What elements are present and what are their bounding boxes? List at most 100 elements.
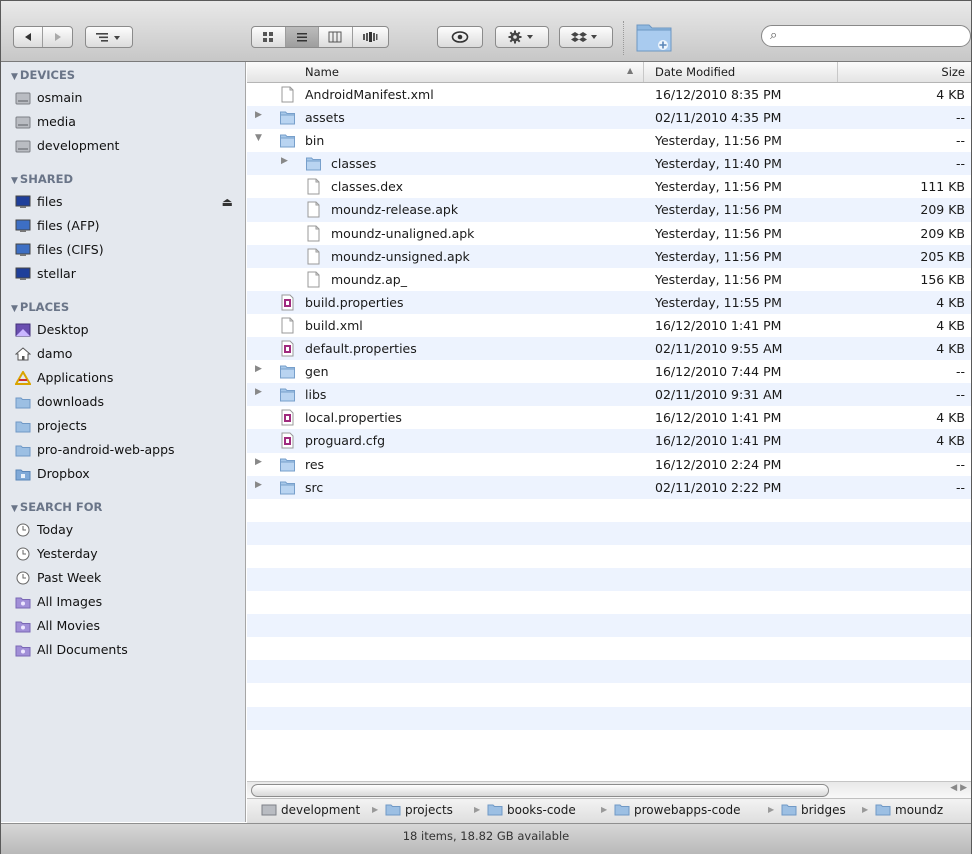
new-folder-button[interactable]: [635, 19, 673, 53]
file-date: Yesterday, 11:56 PM: [655, 202, 782, 218]
sidebar-item-pro-android-web-apps[interactable]: pro-android-web-apps: [1, 438, 245, 462]
sidebar-item-damo[interactable]: damo: [1, 342, 245, 366]
file-row-build-properties[interactable]: build.properties Yesterday, 11:55 PM 4 KB: [247, 290, 971, 314]
file-row-androidmanifest-xml[interactable]: AndroidManifest.xml 16/12/2010 8:35 PM 4 K…: [247, 83, 971, 106]
column-header-size[interactable]: Size: [941, 65, 965, 79]
sidebar-section-places[interactable]: ▼ PLACES: [1, 296, 245, 318]
path-label: projects: [405, 803, 453, 817]
coverflow-view-button[interactable]: [353, 27, 388, 47]
disclosure-closed-icon[interactable]: ▶: [255, 364, 262, 374]
forward-button[interactable]: [43, 27, 72, 47]
dropbox-menu-button[interactable]: [559, 26, 613, 48]
sidebar-section-search-for[interactable]: ▼ SEARCH FOR: [1, 496, 245, 518]
file-row-libs[interactable]: ▶ libs 02/11/2010 9:31 AM --: [247, 383, 971, 407]
quick-look-button[interactable]: [437, 26, 483, 48]
path-item-development[interactable]: development: [261, 803, 360, 817]
file-row-assets[interactable]: ▶ assets 02/11/2010 4:35 PM --: [247, 106, 971, 130]
sidebar-item-osmain[interactable]: osmain: [1, 86, 245, 110]
sidebar-item-label: files (AFP): [37, 218, 100, 233]
scroll-arrows-icon[interactable]: ◀ ▶: [950, 783, 967, 793]
folder-icon: [15, 421, 31, 433]
path-item-books-code[interactable]: books-code: [487, 803, 576, 817]
disclosure-closed-icon[interactable]: ▶: [255, 457, 262, 467]
sidebar-item-label: Dropbox: [37, 466, 90, 481]
sidebar-item-dropbox[interactable]: Dropbox: [1, 462, 245, 486]
sidebar-item-all-documents[interactable]: All Documents: [1, 638, 245, 662]
disclosure-closed-icon[interactable]: ▶: [281, 156, 288, 166]
sidebar-item-all-movies[interactable]: All Movies: [1, 614, 245, 638]
sidebar-section-shared[interactable]: ▼ SHARED: [1, 168, 245, 190]
file-size: --: [955, 156, 965, 172]
sidebar-item-applications[interactable]: Applications: [1, 366, 245, 390]
sidebar-item-label: files (CIFS): [37, 242, 104, 257]
file-row-default-properties[interactable]: default.properties 02/11/2010 9:55 AM 4 KB: [247, 337, 971, 361]
path-item-bridges[interactable]: bridges: [781, 803, 846, 817]
sidebar-item-files[interactable]: files ⏏: [1, 190, 245, 214]
sidebar-item-media[interactable]: media: [1, 110, 245, 134]
home-icon: [15, 347, 31, 361]
file-row-classes-dex[interactable]: classes.dex Yesterday, 11:56 PM 111 KB: [247, 175, 971, 198]
sidebar-item-stellar[interactable]: stellar: [1, 262, 245, 286]
file-size: 156 KB: [920, 271, 965, 287]
file-row-src[interactable]: ▶ src 02/11/2010 2:22 PM --: [247, 475, 971, 499]
file-date: 16/12/2010 2:24 PM: [655, 456, 782, 472]
sidebar-item-all-images[interactable]: All Images: [1, 590, 245, 614]
scrollbar-thumb[interactable]: [251, 784, 829, 797]
path-item-projects[interactable]: projects: [385, 803, 453, 817]
search-input[interactable]: [788, 28, 962, 46]
sidebar-item-files-cifs[interactable]: files (CIFS): [1, 238, 245, 262]
file-row-build-xml[interactable]: build.xml 16/12/2010 1:41 PM 4 KB: [247, 314, 971, 337]
disclosure-open-icon[interactable]: ▼: [255, 133, 262, 143]
sidebar-item-projects[interactable]: projects: [1, 414, 245, 438]
file-row-moundz-unsigned-apk[interactable]: moundz-unsigned.apk Yesterday, 11:56 PM 20…: [247, 244, 971, 268]
sidebar-item-development[interactable]: development: [1, 134, 245, 158]
file-row-moundz-ap[interactable]: moundz.ap_ Yesterday, 11:56 PM 156 KB: [247, 268, 971, 291]
sidebar-section-devices[interactable]: ▼ DEVICES: [1, 64, 245, 86]
file-row-bin[interactable]: ▼ bin Yesterday, 11:56 PM --: [247, 129, 971, 152]
disclosure-closed-icon[interactable]: ▶: [255, 480, 262, 490]
list-view-button[interactable]: [285, 27, 320, 47]
disclosure-closed-icon[interactable]: ▶: [255, 387, 262, 397]
file-size: 4 KB: [936, 317, 965, 333]
sidebar-item-today[interactable]: Today: [1, 518, 245, 542]
sidebar-item-desktop[interactable]: Desktop: [1, 318, 245, 342]
sidebar-item-label: development: [37, 138, 120, 153]
file-row-proguard-cfg[interactable]: proguard.cfg 16/12/2010 1:41 PM 4 KB: [247, 429, 971, 453]
file-row-local-properties[interactable]: local.properties 16/12/2010 1:41 PM 4 KB: [247, 406, 971, 429]
folder-icon: [280, 134, 295, 148]
path-item-moundz[interactable]: moundz: [875, 803, 943, 817]
horizontal-scrollbar[interactable]: ◀ ▶: [247, 781, 971, 798]
sidebar-item-past-week[interactable]: Past Week: [1, 566, 245, 590]
disclosure-closed-icon[interactable]: ▶: [255, 110, 262, 120]
column-view-button[interactable]: [319, 27, 353, 47]
network-computer-icon: [15, 267, 31, 280]
file-row-moundz-release-apk[interactable]: moundz-release.apk Yesterday, 11:56 PM 209…: [247, 198, 971, 222]
icon-view-button[interactable]: [252, 27, 286, 47]
eject-icon[interactable]: ⏏: [222, 190, 233, 214]
folder-icon: [614, 804, 630, 816]
file-row-moundz-unaligned-apk[interactable]: moundz-unaligned.apk Yesterday, 11:56 PM 2…: [247, 222, 971, 245]
column-header-date[interactable]: Date Modified: [655, 65, 735, 79]
sidebar-item-files-afp[interactable]: files (AFP): [1, 214, 245, 238]
action-menu-button[interactable]: [495, 26, 549, 48]
desktop-icon: [15, 323, 31, 337]
sidebar-item-yesterday[interactable]: Yesterday: [1, 542, 245, 566]
sidebar-item-downloads[interactable]: downloads: [1, 390, 245, 414]
file-row-gen[interactable]: ▶ gen 16/12/2010 7:44 PM --: [247, 360, 971, 383]
column-divider[interactable]: [837, 62, 838, 82]
arrange-menu-button[interactable]: [85, 26, 133, 48]
search-field[interactable]: ⌕: [761, 25, 971, 47]
back-forward-control: [13, 26, 73, 48]
clock-icon: [16, 523, 30, 537]
path-item-prowebapps-code[interactable]: prowebapps-code: [614, 803, 741, 817]
column-divider[interactable]: [643, 62, 644, 82]
file-name: classes: [331, 156, 377, 172]
file-row-classes[interactable]: ▶ classes Yesterday, 11:40 PM --: [247, 152, 971, 176]
back-button[interactable]: [14, 27, 44, 47]
folder-icon: [875, 804, 891, 816]
file-name: bin: [305, 133, 325, 149]
column-header-name[interactable]: Name: [305, 65, 339, 79]
path-label: bridges: [801, 803, 846, 817]
file-row-res[interactable]: ▶ res 16/12/2010 2:24 PM --: [247, 453, 971, 476]
path-separator-icon: ▶: [474, 805, 481, 814]
